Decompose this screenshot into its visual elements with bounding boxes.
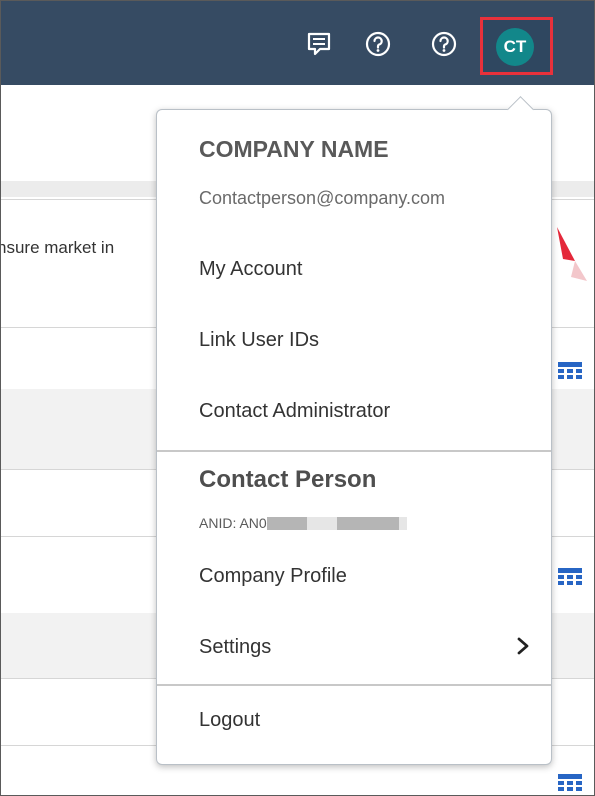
user-email: Contactperson@company.com [199,188,446,208]
company-profile-link[interactable]: Company Profile [199,565,347,588]
help-icon[interactable] [429,29,459,59]
link-user-ids-link[interactable]: Link User IDs [199,329,319,352]
chevron-right-icon [517,637,529,655]
contact-administrator-link[interactable]: Contact Administrator [199,400,390,423]
calendar-grid-icon[interactable] [557,567,583,587]
app-frame: CT nsure market in COMPANY NAME Contactp… [0,0,595,796]
redaction-block [266,516,307,530]
help-icon[interactable] [363,29,393,59]
my-account-link[interactable]: My Account [199,258,302,281]
user-menu-dropdown: COMPANY NAME Contactperson@company.com M… [156,109,552,765]
avatar-highlight: CT [480,17,553,75]
top-header-bar: CT [1,1,594,85]
menu-divider [157,450,551,452]
calendar-grid-icon[interactable] [557,361,583,381]
logout-link[interactable]: Logout [199,709,260,732]
calendar-grid-icon[interactable] [557,773,583,793]
user-name: Contact Person [199,466,377,493]
anid-label: ANID: AN0 [199,515,267,531]
redaction-block [398,516,407,530]
brand-logo-icon [557,227,587,281]
notifications-icon[interactable] [304,29,334,59]
redaction-block [336,516,399,530]
menu-divider [157,684,551,686]
redaction-block [306,516,337,530]
user-avatar-button[interactable]: CT [496,28,534,66]
settings-link[interactable]: Settings [199,636,271,659]
row-text: nsure market in [0,238,115,257]
company-name: COMPANY NAME [199,136,389,162]
anid-row: ANID: AN0 [199,515,407,531]
